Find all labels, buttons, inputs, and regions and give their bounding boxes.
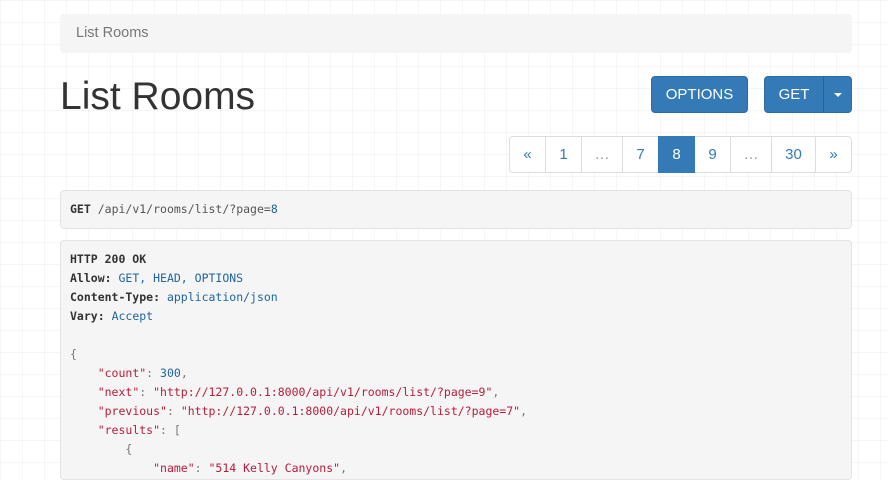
pagination: « 1 … 7 8 9 … 30 » [509,136,852,173]
json-item-open: { [125,442,133,456]
json-count-line: "count": 300, [97,366,188,380]
pagination-page-30[interactable]: 30 [771,136,816,173]
json-results-line: "results": [ [97,423,181,437]
response-status: HTTP 200 OK [70,252,147,266]
page-title: List Rooms [60,75,256,118]
pagination-page-9[interactable]: 9 [694,136,731,173]
request-path: /api/v1/rooms/list/?page= [97,202,271,216]
pagination-page-7[interactable]: 7 [622,136,659,173]
request-info: GET /api/v1/rooms/list/?page=8 [60,190,852,229]
breadcrumb: List Rooms [60,14,852,53]
pagination-previous[interactable]: « [509,136,546,173]
response-header-content-type: Content-Type: application/json [70,290,278,304]
get-button[interactable]: GET [764,76,824,113]
json-next-line: "next": "http://127.0.0.1:8000/api/v1/ro… [97,385,500,399]
get-format-dropdown-toggle[interactable] [823,76,852,113]
pagination-page-1[interactable]: 1 [545,136,582,173]
response-info: HTTP 200 OK Allow: GET, HEAD, OPTIONS Cont… [60,240,852,480]
json-open-brace: { [70,347,77,361]
pagination-next[interactable]: » [815,136,852,173]
request-method: GET [70,202,91,216]
json-previous-line: "previous": "http://127.0.0.1:8000/api/v… [97,404,528,418]
json-name-line: "name": "514 Kelly Canyons", [153,461,347,475]
pagination-ellipsis: … [730,136,772,173]
breadcrumb-item-list-rooms[interactable]: List Rooms [76,25,149,41]
json-next-link[interactable]: "http://127.0.0.1:8000/api/v1/rooms/list… [153,385,492,399]
pagination-page-8-active[interactable]: 8 [658,136,695,173]
request-page-param: 8 [270,202,278,216]
pagination-ellipsis: … [581,136,623,173]
response-header-vary: Vary: Accept [70,309,154,323]
json-previous-link[interactable]: "http://127.0.0.1:8000/api/v1/rooms/list… [181,404,520,418]
caret-down-icon [833,93,842,98]
response-header-allow: Allow: GET, HEAD, OPTIONS [70,271,244,285]
options-button[interactable]: OPTIONS [651,76,748,113]
